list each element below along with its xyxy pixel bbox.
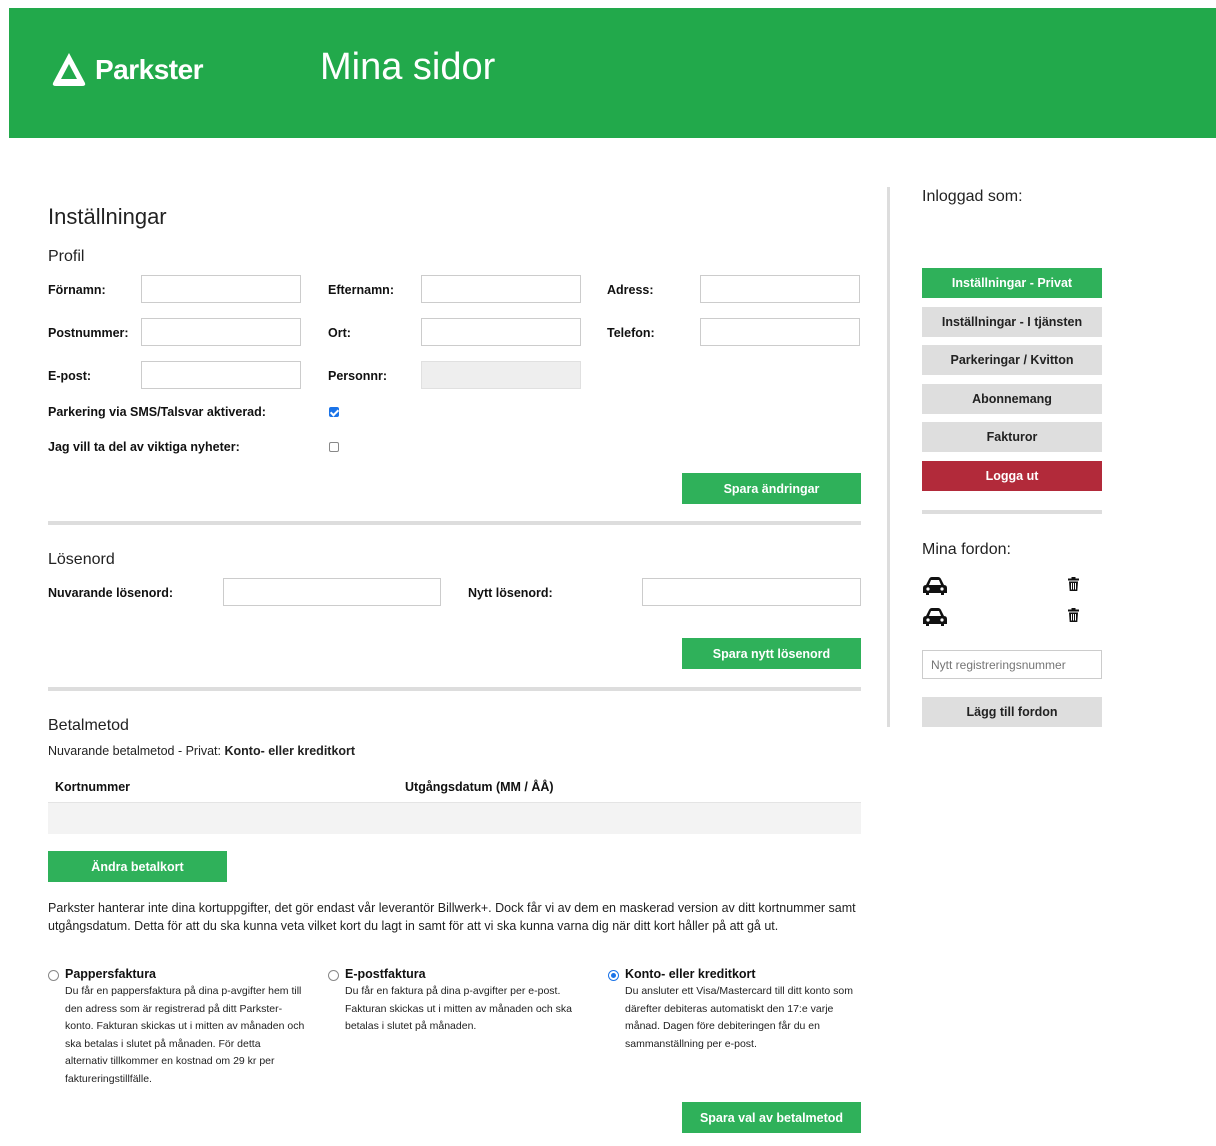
current-password-field[interactable] [223,578,441,606]
option-email-invoice-radio[interactable] [328,970,339,981]
firstname-field[interactable] [141,275,301,303]
divider [48,687,861,691]
menu-settings-work[interactable]: Inställningar - I tjänsten [922,307,1102,337]
brand-name: Parkster [95,54,204,85]
option-paper-invoice-radio[interactable] [48,970,59,981]
news-checkbox[interactable] [329,442,339,452]
trash-icon[interactable] [1068,608,1079,622]
option-title: Konto- eller kreditkort [625,967,756,981]
option-paper-invoice[interactable]: Pappersfaktura Du får en pappersfaktura … [65,967,305,1088]
firstname-label: Förnamn: [48,283,106,297]
payment-title: Betalmetod [48,717,129,734]
save-password-button[interactable]: Spara nytt lösenord [682,638,861,669]
settings-title: Inställningar [48,204,167,229]
sms-checkbox[interactable] [329,407,339,417]
lastname-field[interactable] [421,275,581,303]
new-password-label: Nytt lösenord: [468,586,553,600]
current-payment-method: Nuvarande betalmetod - Privat: Konto- el… [48,744,355,758]
personnr-field [421,361,581,389]
new-password-field[interactable] [642,578,861,606]
car-icon [923,608,947,626]
option-title: Pappersfaktura [65,967,157,981]
logout-button[interactable]: Logga ut [922,461,1102,491]
card-info-note: Parkster hanterar inte dina kortuppgifte… [48,901,856,933]
option-description: Du får en faktura på dina p-avgifter per… [345,985,573,1032]
option-title: E-postfaktura [345,967,426,981]
column-expiry-date: Utgångsdatum (MM / ÅÅ) [405,780,554,794]
save-profile-button[interactable]: Spara ändringar [682,473,861,504]
city-field[interactable] [421,318,581,346]
sidebar-divider [887,187,890,727]
parkster-logo[interactable]: Parkster [49,50,204,90]
postal-label: Postnummer: [48,326,129,340]
menu-subscriptions[interactable]: Abonnemang [922,384,1102,414]
address-label: Adress: [607,283,654,297]
sms-label: Parkering via SMS/Talsvar aktiverad: [48,405,266,419]
page-title: Mina sidor [320,46,496,88]
option-description: Du ansluter ett Visa/Mastercard till dit… [625,985,853,1050]
card-table-header: Kortnummer Utgångsdatum (MM / ÅÅ) [48,775,861,803]
news-label: Jag vill ta del av viktiga nyheter: [48,440,240,454]
option-card-radio[interactable] [608,970,619,981]
add-vehicle-button[interactable]: Lägg till fordon [922,697,1102,727]
table-row [48,802,861,834]
column-card-number: Kortnummer [55,780,131,794]
menu-invoices[interactable]: Fakturor [922,422,1102,452]
save-payment-method-button[interactable]: Spara val av betalmetod [682,1102,861,1133]
profile-title: Profil [48,248,85,265]
trash-icon[interactable] [1068,577,1079,591]
header: Parkster Mina sidor [9,8,1216,138]
phone-field[interactable] [700,318,860,346]
current-payment-value: Konto- eller kreditkort [224,744,356,758]
current-password-label: Nuvarande lösenord: [48,586,174,600]
vehicles-title: Mina fordon: [922,541,1011,558]
sidebar-divider-line [922,510,1102,514]
personnr-label: Personnr: [328,369,388,383]
logged-in-label: Inloggad som: [922,188,1023,205]
email-label: E-post: [48,369,92,383]
change-card-button[interactable]: Ändra betalkort [48,851,227,882]
phone-label: Telefon: [607,326,655,340]
lastname-label: Efternamn: [328,283,394,297]
password-title: Lösenord [48,551,115,568]
city-label: Ort: [328,326,351,340]
parkster-logo-icon [52,53,86,86]
postal-field[interactable] [141,318,301,346]
option-email-invoice[interactable]: E-postfaktura Du får en faktura på dina … [345,967,585,1036]
menu-settings-private[interactable]: Inställningar - Privat [922,268,1102,298]
divider [48,521,861,525]
option-description: Du får en pappersfaktura på dina p-avgif… [65,985,305,1085]
current-payment-prefix: Nuvarande betalmetod - Privat: [48,744,222,758]
option-card[interactable]: Konto- eller kreditkort Du ansluter ett … [625,967,865,1053]
address-field[interactable] [700,275,860,303]
email-field[interactable] [141,361,301,389]
new-registration-input[interactable] [922,650,1102,679]
menu-parkings-receipts[interactable]: Parkeringar / Kvitton [922,345,1102,375]
car-icon [923,577,947,595]
